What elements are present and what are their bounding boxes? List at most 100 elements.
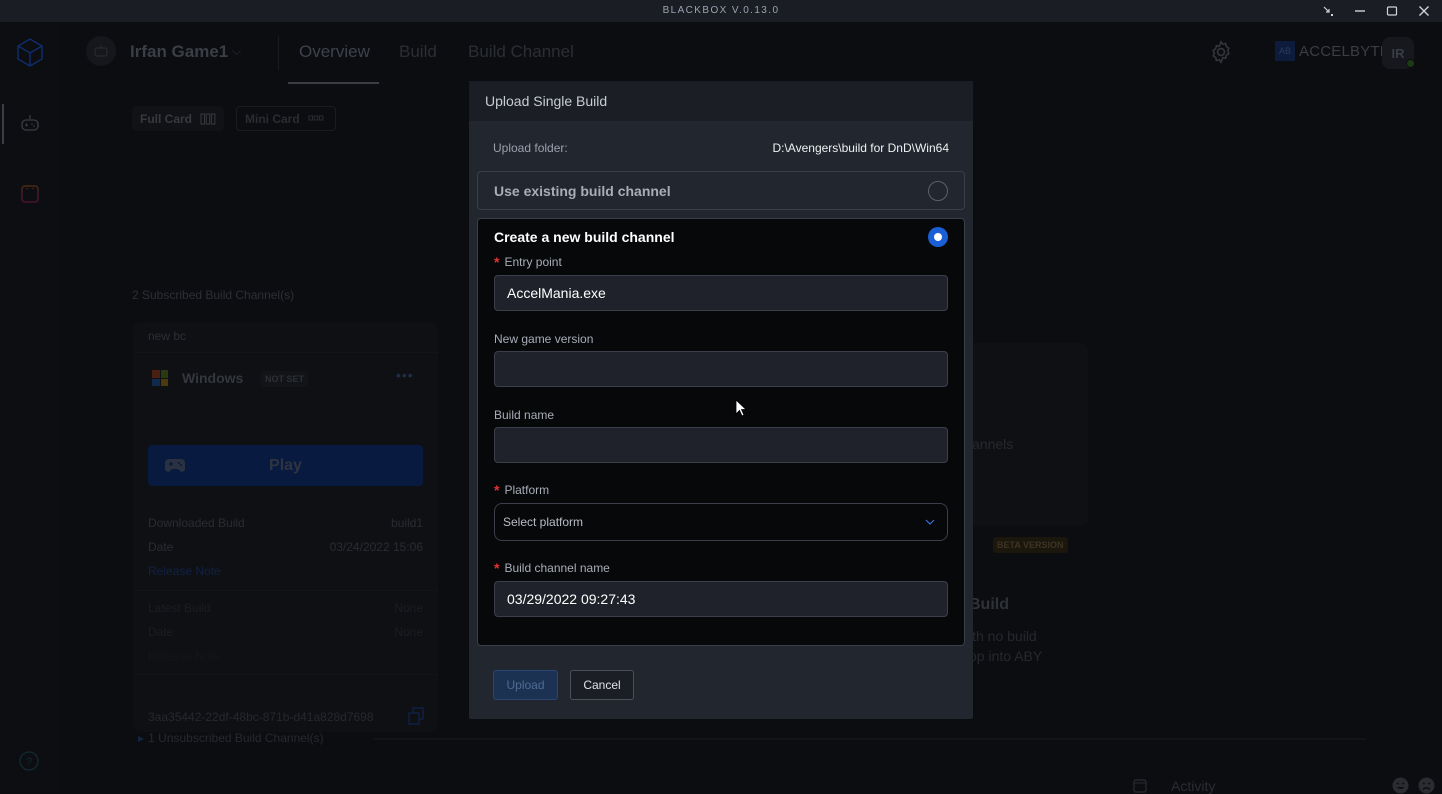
build-name-input[interactable]: [494, 427, 948, 463]
left-sidebar: ?: [0, 22, 58, 793]
build-channel-card: new bc Windows NOT SET ••• Play Download…: [133, 322, 438, 732]
cancel-button[interactable]: Cancel: [570, 670, 634, 700]
divider: [133, 674, 438, 675]
channel-id: 3aa35442-22df-48bc-871b-d41a828d7698: [148, 710, 374, 724]
maximize-icon: [1386, 6, 1398, 16]
required-asterisk-icon: *: [494, 254, 500, 270]
sad-face-icon[interactable]: [1418, 777, 1435, 794]
entry-point-input[interactable]: AccelMania.exe: [494, 275, 948, 311]
play-button[interactable]: Play: [148, 445, 423, 486]
row-value: None: [394, 625, 423, 639]
caret-right-icon: ▶: [138, 733, 145, 743]
channels-text: annels: [972, 436, 1014, 452]
platform-select[interactable]: Select platform: [494, 503, 948, 541]
label-text: Entry point: [504, 255, 562, 269]
gear-icon: [1212, 40, 1230, 64]
online-status-dot: [1406, 59, 1415, 68]
beta-badge: BETA VERSION: [993, 537, 1068, 553]
row-value: 03/24/2022 15:06: [329, 540, 423, 554]
sidebar-item-games[interactable]: [16, 110, 44, 138]
minimize-icon: [1355, 10, 1365, 12]
maximize-button[interactable]: [1377, 2, 1407, 20]
use-existing-channel-option[interactable]: Use existing build channel: [477, 171, 965, 210]
upload-build-dialog: Upload Single Build Upload folder: D:\Av…: [469, 81, 973, 719]
unsubscribed-label: 1 Unsubscribed Build Channel(s): [148, 731, 324, 745]
existing-channel-radio[interactable]: [928, 181, 948, 201]
mouse-cursor-icon: [735, 399, 748, 422]
latest-date-row: Date None: [148, 625, 423, 639]
chevron-down-icon[interactable]: ⌵: [232, 44, 241, 59]
create-new-channel-option[interactable]: Create a new build channel * Entry point…: [477, 218, 965, 646]
label-text: Platform: [504, 483, 550, 497]
section-title: Build: [969, 596, 1009, 613]
build-channel-name-input[interactable]: 03/29/2022 09:27:43: [494, 581, 948, 617]
gamepad-icon: [94, 45, 108, 57]
divider: [133, 590, 438, 591]
help-circle-icon: ?: [19, 751, 39, 771]
top-header: Irfan Game1 ⌵ Overview Build Build Chann…: [58, 22, 1442, 84]
tab-overview[interactable]: Overview: [299, 42, 370, 62]
feedback-buttons: [1392, 777, 1435, 794]
activity-bar[interactable]: Activity: [1133, 778, 1215, 794]
help-button[interactable]: ?: [19, 751, 39, 776]
window-icon: [1133, 779, 1147, 793]
minimize-button[interactable]: [1345, 2, 1375, 20]
tab-build-channel[interactable]: Build Channel: [468, 42, 574, 62]
calendar-icon: [21, 185, 39, 203]
mini-card-icon: [308, 115, 324, 120]
row-label: Date: [148, 625, 174, 639]
game-selector[interactable]: Irfan Game1: [130, 42, 228, 62]
active-indicator: [2, 104, 4, 144]
mini-card-toggle[interactable]: Mini Card: [236, 106, 336, 131]
downloaded-build-row: Downloaded Build build1: [148, 516, 423, 530]
shrink-icon: [1323, 6, 1333, 16]
more-options-icon[interactable]: •••: [396, 367, 414, 383]
divider: [373, 738, 1366, 740]
chevron-down-icon: [925, 517, 935, 528]
release-note-link[interactable]: Release Note: [148, 564, 221, 578]
svg-text:?: ?: [26, 756, 32, 768]
unsubscribed-toggle[interactable]: ▶ 1 Unsubscribed Build Channel(s): [138, 731, 324, 745]
latest-release-note-link: Release Note: [148, 649, 221, 663]
game-version-input[interactable]: [494, 351, 948, 387]
app-title: BLACKBOX V.0.13.0: [662, 5, 780, 16]
status-badge: NOT SET: [261, 371, 309, 387]
upload-button[interactable]: Upload: [493, 670, 558, 700]
downloaded-date-row: Date 03/24/2022 15:06: [148, 540, 423, 554]
windows-logo-icon: [152, 370, 168, 386]
option-label: Create a new build channel: [494, 229, 675, 245]
header-divider: [278, 36, 279, 70]
right-channel-card: [960, 343, 1088, 526]
play-label: Play: [269, 457, 302, 474]
brand-name: ACCELBYTE: [1299, 42, 1390, 60]
happy-face-icon[interactable]: [1392, 777, 1409, 794]
active-tab-underline: [288, 82, 379, 84]
close-button[interactable]: [1409, 2, 1439, 20]
settings-button[interactable]: [1208, 39, 1234, 70]
required-asterisk-icon: *: [494, 560, 500, 576]
label-text: New game version: [494, 332, 594, 346]
dialog-header: Upload Single Build: [469, 81, 973, 121]
required-asterisk-icon: *: [494, 482, 500, 498]
copy-icon: [408, 707, 424, 725]
full-card-toggle[interactable]: Full Card: [132, 106, 225, 131]
new-channel-radio[interactable]: [928, 227, 948, 247]
game-version-label: New game version: [494, 332, 593, 346]
platform-placeholder: Select platform: [503, 515, 584, 529]
tab-build[interactable]: Build: [399, 42, 437, 62]
cube-logo-icon[interactable]: [14, 36, 46, 68]
channel-name: new bc: [148, 329, 187, 343]
restore-small-button[interactable]: [1313, 2, 1343, 20]
gamepad-icon: [21, 115, 39, 131]
copy-button[interactable]: [408, 707, 424, 730]
title-bar: BLACKBOX V.0.13.0: [0, 0, 1442, 22]
description-line-1: ith no build: [969, 628, 1037, 644]
subscribed-count: 2 Subscribed Build Channel(s): [132, 288, 295, 302]
upload-folder-label: Upload folder:: [493, 141, 568, 155]
game-avatar: [86, 36, 116, 66]
full-card-icon: [200, 113, 216, 124]
platform-name: Windows: [182, 370, 244, 386]
sidebar-item-calendar[interactable]: [16, 180, 44, 208]
activity-label: Activity: [1171, 778, 1216, 794]
mini-card-label: Mini Card: [245, 111, 300, 126]
